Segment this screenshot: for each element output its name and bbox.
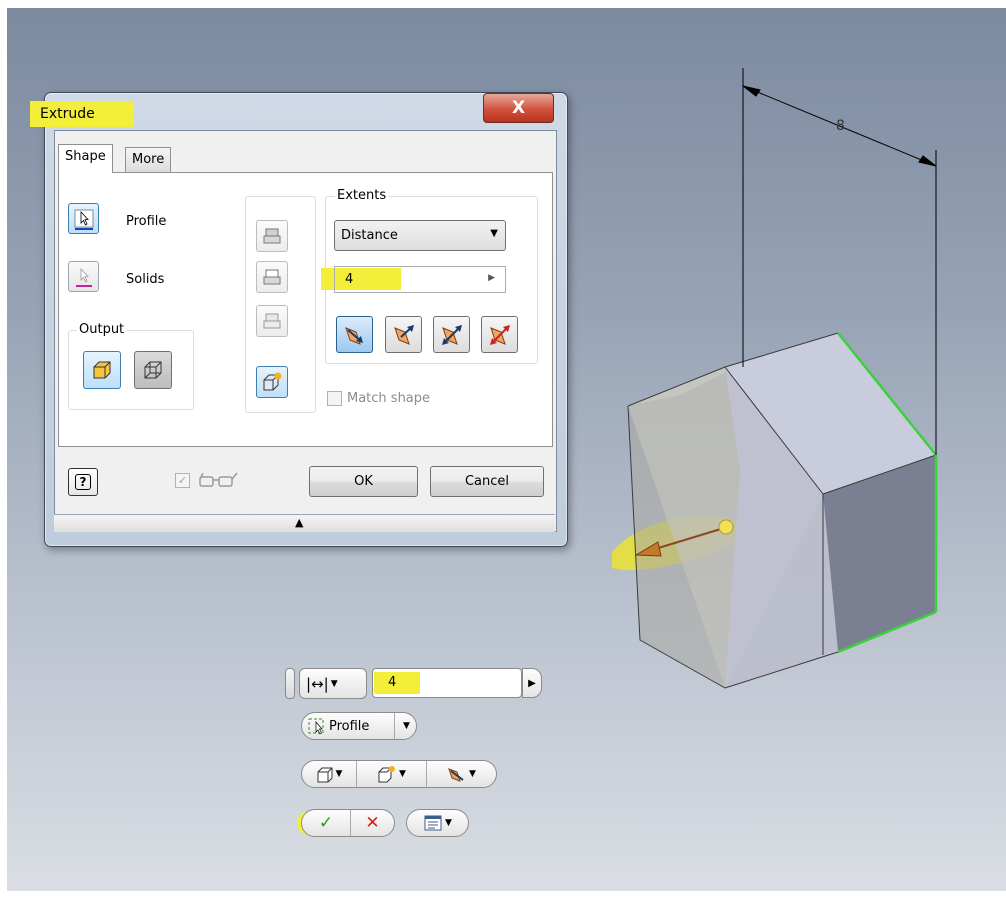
direction-dropdown[interactable]: ▼ — [426, 761, 496, 787]
new-solid-icon — [378, 766, 396, 783]
join-icon — [263, 228, 281, 244]
minitoolbar-menu-button[interactable]: ▼ — [406, 809, 469, 837]
close-icon: ✕ — [365, 813, 380, 833]
direction-symmetric-icon — [441, 324, 462, 345]
surface-box-icon — [144, 361, 162, 379]
match-shape-label: Match shape — [347, 391, 431, 406]
distance-arrow-button[interactable]: ▶ — [522, 668, 542, 698]
distance-type-button[interactable]: |↔| ▼ — [299, 668, 367, 699]
output-solid-button[interactable] — [83, 351, 121, 389]
dialog-title: Extrude — [40, 106, 95, 122]
cut-icon — [263, 269, 281, 285]
output-dropdown[interactable]: ▼ — [302, 761, 356, 787]
direction-asymmetric-icon — [489, 324, 510, 345]
output-caption: Output — [77, 322, 127, 337]
minitoolbar-distance-highlight — [374, 672, 420, 694]
box-icon — [317, 767, 333, 783]
chevron-down-icon: ▼ — [403, 721, 410, 731]
distance-value: 4 — [345, 272, 354, 287]
cancel-button[interactable]: Cancel — [430, 466, 544, 497]
chevron-down-icon: ▼ — [445, 818, 452, 828]
output-surface-button[interactable] — [134, 351, 172, 389]
checkmark-icon: ✓ — [318, 813, 334, 833]
operation-dropdown[interactable]: ▼ — [356, 761, 426, 787]
preview-checkbox[interactable]: ✓ — [175, 473, 190, 488]
distance-input[interactable]: 4 ▶ — [334, 266, 506, 293]
minitoolbar-distance-value: 4 — [388, 675, 397, 690]
chevron-down-icon: ▼ — [469, 769, 476, 779]
minitoolbar-profile-button[interactable]: Profile ▼ — [301, 712, 417, 740]
dimension-distance-icon: |↔| — [306, 674, 329, 693]
apply-button[interactable]: ✓ — [302, 810, 350, 836]
dimension-value: 8 — [836, 118, 845, 134]
close-button[interactable]: X — [483, 93, 554, 123]
join-button[interactable] — [256, 220, 288, 252]
direction-default-icon — [344, 326, 363, 345]
ok-button[interactable]: OK — [309, 466, 418, 497]
new-solid-icon — [263, 372, 282, 391]
match-shape-checkbox[interactable] — [327, 391, 342, 406]
glasses-icon — [199, 472, 238, 487]
help-icon: ? — [74, 474, 92, 490]
cursor-icon — [74, 209, 93, 230]
cursor-icon — [75, 267, 92, 287]
dialog-expander-bar[interactable]: ▲ — [54, 514, 555, 532]
chevron-down-icon: ▼ — [490, 228, 498, 239]
minitoolbar-grip[interactable] — [285, 668, 295, 699]
solids-select-button[interactable] — [68, 261, 99, 292]
tab-shape[interactable]: Shape — [58, 144, 113, 173]
direction-default-button[interactable] — [336, 316, 373, 353]
minitoolbar-options-row: ▼ ▼ ▼ — [301, 760, 497, 788]
new-solid-button[interactable] — [256, 366, 288, 398]
profile-select-button[interactable] — [68, 203, 99, 234]
arrow-right-icon[interactable]: ▶ — [488, 273, 495, 283]
direction-asymmetric-button[interactable] — [481, 316, 518, 353]
intersect-icon — [263, 313, 281, 329]
chevron-down-icon: ▼ — [335, 769, 343, 779]
minitoolbar-profile-label: Profile — [329, 718, 370, 734]
direction-flipped-button[interactable] — [385, 316, 422, 353]
extents-caption: Extents — [335, 188, 389, 203]
extents-type-value: Distance — [341, 228, 398, 243]
cut-button[interactable] — [256, 261, 288, 293]
solid-box-icon — [93, 361, 111, 379]
list-menu-icon — [424, 815, 442, 831]
profile-cursor-icon — [308, 718, 324, 735]
tab-more[interactable]: More — [125, 147, 172, 172]
direction-symmetric-button[interactable] — [433, 316, 470, 353]
profile-label: Profile — [126, 214, 167, 229]
solids-label: Solids — [126, 272, 165, 287]
extents-type-dropdown[interactable]: Distance ▼ — [334, 220, 506, 251]
direction-flipped-icon — [393, 324, 414, 345]
direction-icon — [448, 768, 464, 782]
intersect-button[interactable] — [256, 305, 288, 337]
chevron-down-icon: ▼ — [330, 678, 338, 689]
cancel-x-button[interactable]: ✕ — [350, 810, 394, 836]
help-button[interactable]: ? — [68, 468, 98, 496]
chevron-down-icon: ▼ — [399, 769, 406, 779]
expand-up-icon: ▲ — [295, 516, 304, 529]
arrow-right-icon: ▶ — [528, 677, 536, 689]
apply-cancel-group: ✓ ✕ — [301, 809, 395, 837]
minitoolbar-distance-field[interactable]: 4 — [372, 668, 522, 698]
